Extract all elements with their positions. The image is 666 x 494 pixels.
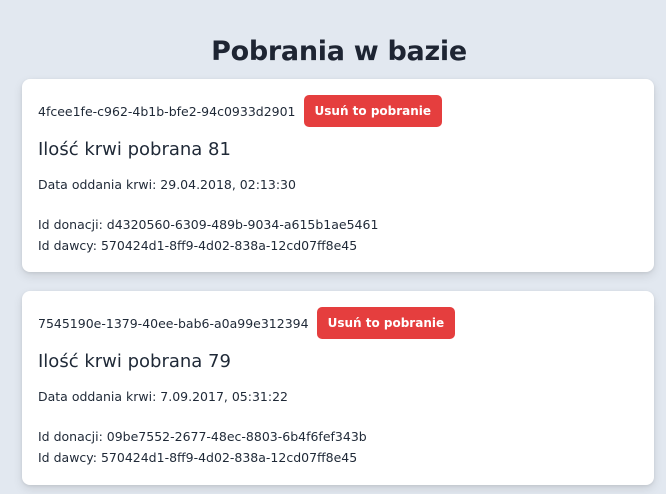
blood-amount: Ilość krwi pobrana 81 xyxy=(38,139,231,160)
donation-record-id: 7545190e-1379-40ee-bab6-a0a99e312394 xyxy=(38,315,309,331)
page-title: Pobrania w bazie xyxy=(211,36,467,68)
donation-card: 7545190e-1379-40ee-bab6-a0a99e312394 Usu… xyxy=(22,291,654,485)
donation-card-header: 4fcee1fe-c962-4b1b-bfe2-94c0933d2901 Usu… xyxy=(38,95,443,127)
donation-date: Data oddania krwi: 7.09.2017, 05:31:22 xyxy=(38,389,288,404)
donor-id: Id dawcy: 570424d1-8ff9-4d02-838a-12cd07… xyxy=(38,238,358,253)
donation-card-header: 7545190e-1379-40ee-bab6-a0a99e312394 Usu… xyxy=(38,307,456,339)
delete-donation-button[interactable]: Usuń to pobranie xyxy=(316,307,456,339)
blood-amount: Ilość krwi pobrana 79 xyxy=(38,351,231,372)
donation-record-id: 4fcee1fe-c962-4b1b-bfe2-94c0933d2901 xyxy=(38,103,296,119)
donation-card: 4fcee1fe-c962-4b1b-bfe2-94c0933d2901 Usu… xyxy=(22,79,654,272)
donation-date: Data oddania krwi: 29.04.2018, 02:13:30 xyxy=(38,177,296,192)
donor-id: Id dawcy: 570424d1-8ff9-4d02-838a-12cd07… xyxy=(38,450,358,465)
donation-id: Id donacji: d4320560-6309-489b-9034-a615… xyxy=(38,217,379,232)
delete-donation-button[interactable]: Usuń to pobranie xyxy=(303,95,443,127)
donation-id: Id donacji: 09be7552-2677-48ec-8803-6b4f… xyxy=(38,429,367,444)
